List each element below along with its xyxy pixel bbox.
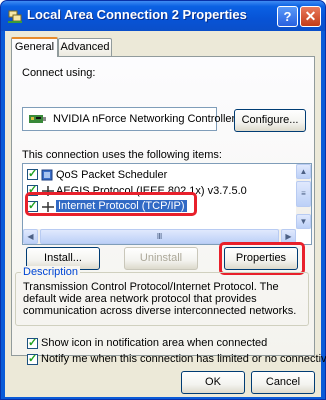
help-button[interactable]: ? (277, 6, 298, 27)
description-text: Transmission Control Protocol/Internet P… (23, 281, 297, 317)
adapter-name: NVIDIA nForce Networking Controller (53, 113, 236, 125)
qos-checkbox[interactable] (27, 167, 38, 180)
network-connection-icon (8, 10, 22, 23)
scroll-left-arrow-icon[interactable]: ◀ (23, 229, 38, 244)
notify-label: Notify me when this connection has limit… (41, 353, 326, 365)
cancel-button[interactable]: Cancel (251, 371, 315, 394)
title-bar[interactable]: Local Area Connection 2 Properties ? ✕ (1, 1, 325, 31)
show-icon-checkbox[interactable] (27, 336, 38, 349)
tab-general[interactable]: General (11, 37, 58, 57)
close-button[interactable]: ✕ (300, 6, 321, 27)
tcpip-highlight-annotation (25, 192, 197, 216)
qos-label: QoS Packet Scheduler (56, 169, 168, 181)
scroll-down-arrow-icon[interactable]: ▼ (296, 214, 311, 229)
tab-advanced[interactable]: Advanced (58, 38, 112, 56)
service-icon (41, 169, 53, 181)
show-icon-label: Show icon in notification area when conn… (41, 337, 268, 349)
window-title: Local Area Connection 2 Properties (27, 7, 247, 22)
dialog-client: General Advanced Connect using: NVIDIA n… (5, 31, 326, 397)
uninstall-button: Uninstall (124, 247, 198, 270)
scroll-thumb[interactable]: ≡ (296, 181, 311, 207)
notify-checkbox[interactable] (27, 352, 38, 365)
dialog-window: Local Area Connection 2 Properties ? ✕ G… (0, 0, 326, 400)
connect-using-label: Connect using: (22, 67, 96, 79)
adapter-field: NVIDIA nForce Networking Controller (22, 107, 235, 131)
description-label: Description (21, 266, 81, 278)
scroll-up-arrow-icon[interactable]: ▲ (296, 164, 311, 179)
ok-button[interactable]: OK (181, 371, 245, 394)
properties-highlight-annotation (219, 242, 305, 275)
network-adapter-icon (29, 115, 46, 123)
list-vertical-scrollbar[interactable]: ▲ ≡ ▼ (296, 164, 311, 229)
configure-button[interactable]: Configure... (234, 109, 306, 132)
items-label: This connection uses the following items… (22, 149, 222, 161)
